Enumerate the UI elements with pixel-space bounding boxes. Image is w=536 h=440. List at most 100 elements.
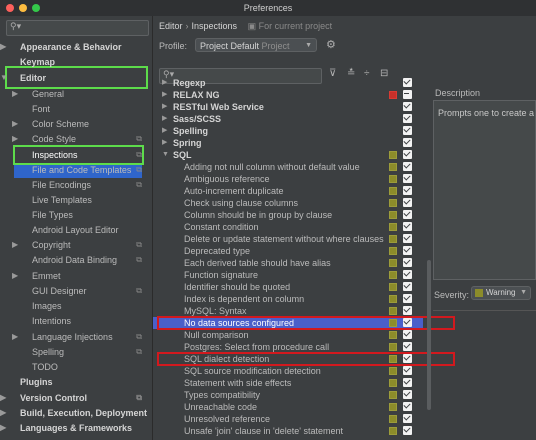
inspection-row[interactable]: Each derived table should have alias: [153, 257, 423, 269]
sidebar-item[interactable]: Inspections ⧉: [22, 148, 146, 162]
expand-arrow-icon[interactable]: ▶: [162, 77, 167, 89]
sidebar-item[interactable]: File Encodings ⧉: [22, 178, 146, 192]
enable-checkbox[interactable]: [403, 138, 412, 147]
enable-checkbox[interactable]: [403, 414, 412, 423]
gear-icon[interactable]: ⚙: [326, 38, 336, 51]
enable-checkbox[interactable]: [403, 306, 412, 315]
enable-checkbox[interactable]: [403, 174, 412, 183]
sidebar-item[interactable]: Live Templates: [22, 193, 146, 207]
inspection-row[interactable]: SQL source modification detection: [153, 365, 423, 377]
sidebar-item[interactable]: ▶ Code Style ⧉: [12, 132, 146, 146]
inspection-row[interactable]: Check using clause columns: [153, 197, 423, 209]
enable-checkbox[interactable]: [403, 162, 412, 171]
expand-arrow-icon[interactable]: ▶: [12, 238, 22, 252]
inspection-row[interactable]: Unresolved reference: [153, 413, 423, 425]
expand-arrow-icon[interactable]: ▼: [162, 149, 169, 161]
sidebar-item[interactable]: Keymap: [10, 55, 146, 69]
sidebar-item[interactable]: ▶ Build, Execution, Deployment: [0, 406, 147, 420]
expand-arrow-icon[interactable]: ▶: [162, 125, 167, 137]
enable-checkbox[interactable]: [403, 78, 412, 87]
enable-checkbox[interactable]: [403, 270, 412, 279]
expand-arrow-icon[interactable]: ▼: [0, 71, 10, 85]
sidebar-item[interactable]: ▶ Color Scheme: [12, 117, 146, 131]
profile-select[interactable]: Project Default Project ▼: [195, 38, 317, 52]
expand-arrow-icon[interactable]: ▶: [0, 406, 10, 420]
enable-checkbox[interactable]: [403, 246, 412, 255]
enable-checkbox[interactable]: [403, 186, 412, 195]
sidebar-item[interactable]: TODO: [22, 360, 146, 374]
sidebar-item[interactable]: ▶ Appearance & Behavior: [0, 40, 146, 54]
expand-arrow-icon[interactable]: ▶: [12, 269, 22, 283]
sidebar-item[interactable]: File Types: [22, 208, 146, 222]
sidebar-item[interactable]: Android Data Binding ⧉: [22, 253, 146, 267]
inspection-row[interactable]: Ambiguous reference: [153, 173, 423, 185]
sidebar-item[interactable]: Spelling ⧉: [22, 345, 146, 359]
expand-arrow-icon[interactable]: ▶: [162, 113, 167, 125]
inspection-row[interactable]: Statement with side effects: [153, 377, 423, 389]
sidebar-item[interactable]: ▶ Copyright ⧉: [12, 238, 146, 252]
sidebar-item[interactable]: ▼ Editor: [0, 71, 146, 85]
enable-checkbox[interactable]: [403, 210, 412, 219]
enable-checkbox[interactable]: [403, 114, 412, 123]
enable-checkbox[interactable]: [403, 402, 412, 411]
enable-checkbox[interactable]: [403, 258, 412, 267]
enable-checkbox[interactable]: [403, 222, 412, 231]
enable-checkbox[interactable]: [403, 282, 412, 291]
inspection-row[interactable]: Function signature: [153, 269, 423, 281]
inspection-row[interactable]: Unsafe 'join' clause in 'delete' stateme…: [153, 425, 423, 437]
severity-select[interactable]: Warning ▼: [471, 286, 531, 300]
enable-checkbox[interactable]: [403, 390, 412, 399]
enable-checkbox[interactable]: [403, 90, 412, 99]
enable-checkbox[interactable]: [403, 330, 412, 339]
enable-checkbox[interactable]: [403, 102, 412, 111]
enable-checkbox[interactable]: [403, 426, 412, 435]
inspection-group-row[interactable]: ▶ RESTful Web Service: [153, 101, 423, 113]
expand-arrow-icon[interactable]: ▶: [162, 137, 167, 149]
breadcrumb-editor[interactable]: Editor: [159, 21, 183, 31]
enable-checkbox[interactable]: [403, 294, 412, 303]
settings-search-input[interactable]: ⚲▾: [6, 20, 149, 36]
enable-checkbox[interactable]: [403, 234, 412, 243]
inspection-row[interactable]: Column should be in group by clause: [153, 209, 423, 221]
expand-arrow-icon[interactable]: ▶: [12, 117, 22, 131]
sidebar-item[interactable]: Images: [22, 299, 146, 313]
sidebar-item[interactable]: ▶ Language Injections ⧉: [12, 330, 146, 344]
sidebar-item[interactable]: Android Layout Editor: [22, 223, 146, 237]
inspection-group-row[interactable]: ▶ Sass/SCSS: [153, 113, 423, 125]
inspection-group-row[interactable]: ▼ SQL: [153, 149, 423, 161]
expand-arrow-icon[interactable]: ▶: [162, 101, 167, 113]
inspection-row[interactable]: Adding not null column without default v…: [153, 161, 423, 173]
enable-checkbox[interactable]: [403, 342, 412, 351]
sidebar-item[interactable]: File and Code Templates ⧉: [22, 163, 146, 177]
sidebar-item[interactable]: ▶ Version Control ⧉: [0, 391, 146, 405]
inspection-group-row[interactable]: ▶ Regexp: [153, 77, 423, 89]
inspection-row[interactable]: Deprecated type: [153, 245, 423, 257]
sidebar-item[interactable]: ▶ General: [12, 87, 146, 101]
sidebar-item[interactable]: ▶ Languages & Frameworks: [0, 421, 146, 435]
inspection-row[interactable]: Null comparison: [153, 329, 423, 341]
expand-arrow-icon[interactable]: ▶: [0, 40, 10, 54]
expand-arrow-icon[interactable]: ▶: [0, 391, 10, 405]
sidebar-item[interactable]: Intentions: [22, 314, 146, 328]
list-scrollbar[interactable]: [427, 260, 431, 410]
inspection-group-row[interactable]: ▶ Spring: [153, 137, 423, 149]
sidebar-item[interactable]: GUI Designer ⧉: [22, 284, 146, 298]
inspection-row[interactable]: Auto-increment duplicate: [153, 185, 423, 197]
sidebar-item[interactable]: ▶ Emmet: [12, 269, 146, 283]
inspection-group-row[interactable]: ▶ Spelling: [153, 125, 423, 137]
inspection-row[interactable]: Identifier should be quoted: [153, 281, 423, 293]
sidebar-item[interactable]: Font: [22, 102, 146, 116]
enable-checkbox[interactable]: [403, 378, 412, 387]
inspection-row[interactable]: Types compatibility: [153, 389, 423, 401]
expand-arrow-icon[interactable]: ▶: [12, 132, 22, 146]
enable-checkbox[interactable]: [403, 198, 412, 207]
inspection-row[interactable]: Delete or update statement without where…: [153, 233, 423, 245]
inspection-row[interactable]: Constant condition: [153, 221, 423, 233]
enable-checkbox[interactable]: [403, 150, 412, 159]
expand-arrow-icon[interactable]: ▶: [12, 87, 22, 101]
enable-checkbox[interactable]: [403, 366, 412, 375]
expand-arrow-icon[interactable]: ▶: [162, 89, 167, 101]
inspection-group-row[interactable]: ▶ RELAX NG: [153, 89, 423, 101]
sidebar-item[interactable]: Plugins: [10, 375, 146, 389]
inspection-row[interactable]: Index is dependent on column: [153, 293, 423, 305]
